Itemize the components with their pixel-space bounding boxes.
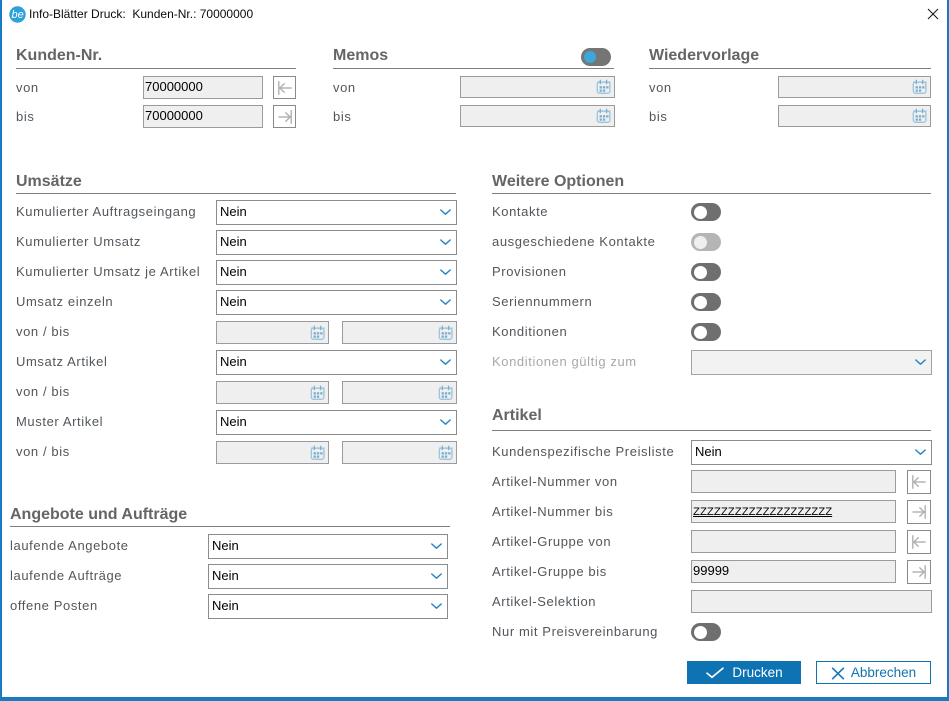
svg-text:be: be <box>11 9 23 21</box>
